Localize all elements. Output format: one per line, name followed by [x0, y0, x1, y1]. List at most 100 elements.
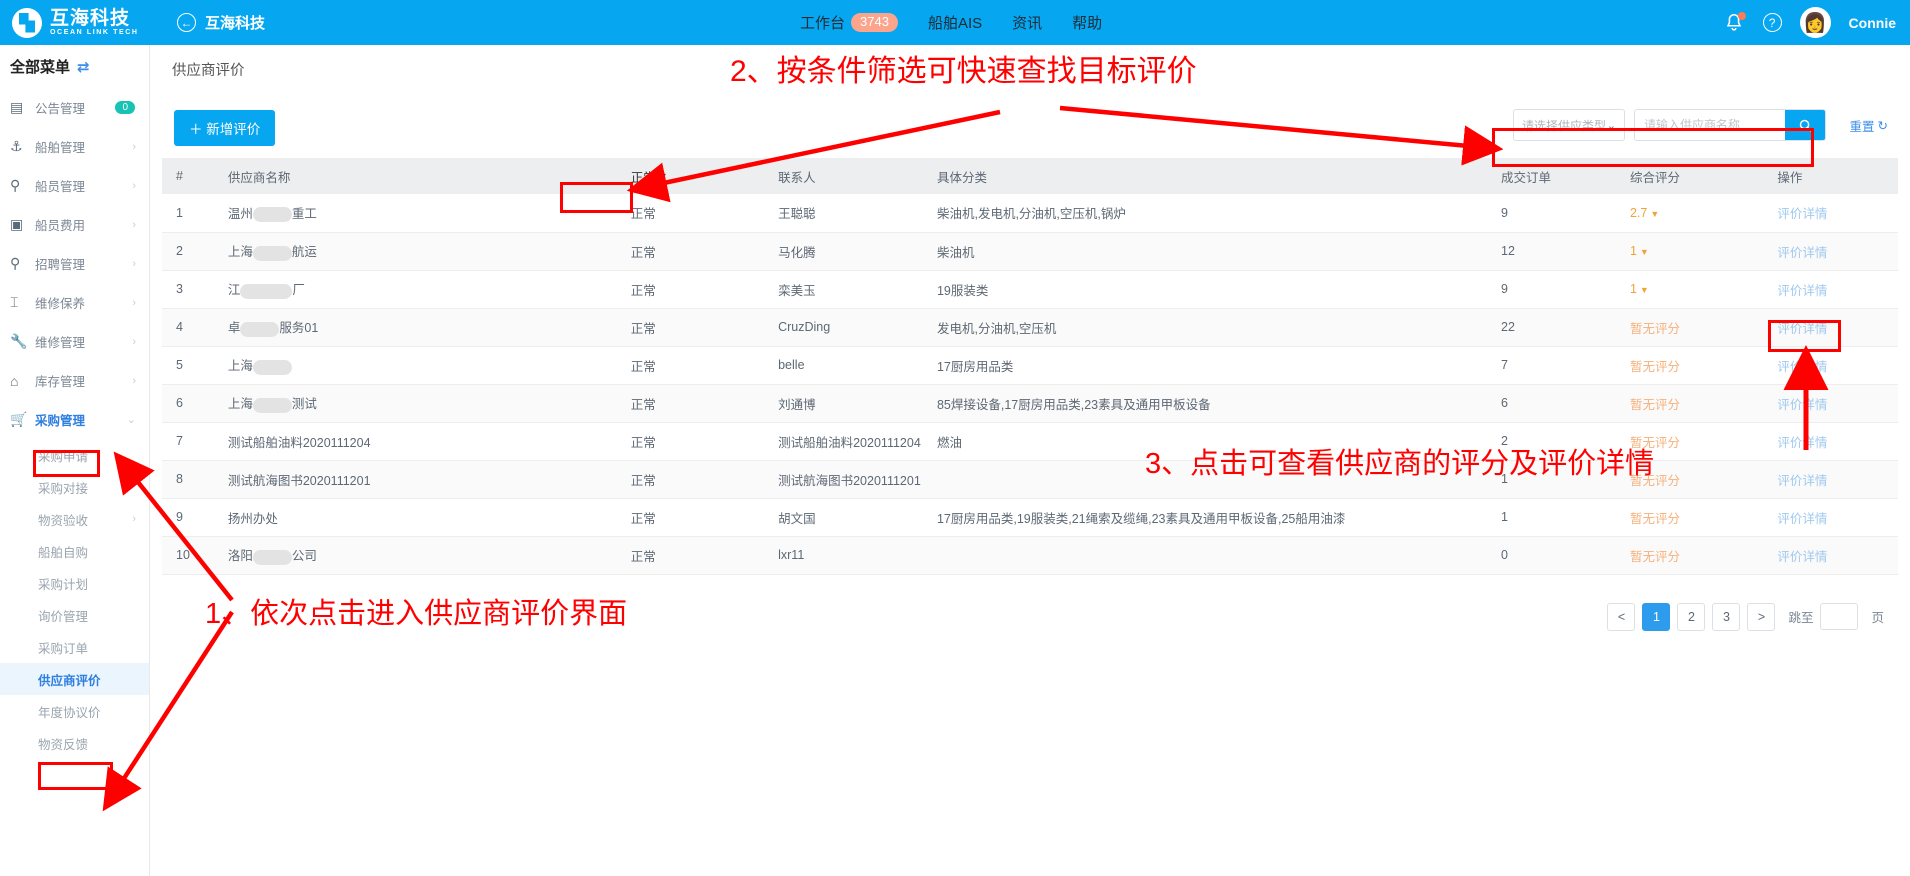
- top-nav-item-news[interactable]: 资讯: [1012, 12, 1042, 33]
- status-filter-label: 正常: [630, 170, 656, 185]
- back-arrow-icon[interactable]: ←: [177, 13, 196, 32]
- username-label: Connie: [1848, 14, 1896, 31]
- swap-icon[interactable]: ⇄: [77, 58, 90, 76]
- submenu-item-inquiry-management[interactable]: 询价管理: [0, 599, 149, 631]
- pagination-prev-button[interactable]: <: [1607, 602, 1636, 631]
- column-header-status-filter[interactable]: 正常 ▼: [624, 158, 773, 194]
- score-value[interactable]: 2.7 ▼: [1630, 206, 1659, 220]
- filter-controls: 请选择供应类型 ⌄: [1513, 109, 1826, 141]
- submenu-item-annual-agreement-price[interactable]: 年度协议价: [0, 695, 149, 727]
- submenu-item-purchase-plan[interactable]: 采购计划: [0, 567, 149, 599]
- reset-button[interactable]: 重置 ↻: [1850, 116, 1889, 135]
- submenu-item-purchase-order[interactable]: 采购订单: [0, 631, 149, 663]
- brand-logo[interactable]: 互海科技 OCEAN LINK TECH: [0, 7, 165, 38]
- sidebar-item-crew-expense[interactable]: ▣ 船员费用 ›: [0, 205, 149, 244]
- submenu-item-goods-acceptance[interactable]: 物资验收 ›: [0, 503, 149, 535]
- table-row[interactable]: 1 温州 重工 正常 王聪聪 柴油机,发电机,分油机,空压机,锅炉 9 2.7 ▼ 评价详情: [162, 194, 1898, 233]
- submenu-item-ship-self-purchase[interactable]: 船舶自购: [0, 535, 149, 567]
- cell-action: 评价详情: [1771, 498, 1898, 537]
- supplier-search-field: [1634, 109, 1826, 141]
- page-title: 供应商评价: [172, 63, 245, 79]
- table-row[interactable]: 3 江厂正常 栾美玉 19服装类 9 1 ▼ 评价详情: [162, 270, 1898, 309]
- pagination-next-button[interactable]: >: [1747, 602, 1776, 631]
- submenu-item-supplier-evaluation[interactable]: 供应商评价: [0, 663, 149, 695]
- cell-score: 暂无评分: [1623, 498, 1772, 537]
- table-row[interactable]: 2 上海 航运 正常 马化腾 柴油机 12 1 ▼ 评价详情: [162, 232, 1898, 271]
- evaluation-detail-link[interactable]: 评价详情: [1777, 474, 1827, 488]
- submenu-item-purchase-docking[interactable]: 采购对接: [0, 471, 149, 503]
- cell-contact: 胡文国: [772, 498, 931, 537]
- evaluation-detail-link[interactable]: 评价详情: [1777, 284, 1827, 298]
- cell-score: 暂无评分: [1623, 346, 1772, 385]
- recruit-icon: ⚲: [10, 255, 21, 271]
- search-input[interactable]: [1635, 110, 1785, 140]
- table-row[interactable]: 8 测试航海图书2020111201 正常 测试航海图书2020111201 1 暂无评分…: [162, 460, 1898, 499]
- bell-icon[interactable]: [1723, 11, 1746, 34]
- supply-type-value: 请选择供应类型: [1522, 118, 1607, 133]
- expense-icon: ▣: [10, 216, 24, 232]
- score-value[interactable]: 1 ▼: [1630, 282, 1649, 296]
- evaluation-detail-link[interactable]: 评价详情: [1777, 322, 1827, 336]
- table-row[interactable]: 10 洛阳 公司 正常 lxr11 0 暂无评分 评价详情: [162, 536, 1898, 575]
- supply-type-select[interactable]: 请选择供应类型 ⌄: [1513, 109, 1625, 141]
- search-button[interactable]: [1785, 110, 1825, 140]
- table-row[interactable]: 5 上海 正常 belle 17厨房用品类 7 暂无评分 评价详情: [162, 346, 1898, 385]
- workbench-count-badge: 3743: [851, 12, 898, 33]
- top-nav-item-help[interactable]: 帮助: [1072, 12, 1102, 33]
- warehouse-icon: ⌂: [10, 372, 19, 389]
- cell-contact: 测试船舶油料2020111204: [772, 422, 931, 461]
- anchor-icon: ⚓: [10, 138, 23, 154]
- question-circle-icon[interactable]: ?: [1762, 13, 1782, 32]
- sidebar-item-crew[interactable]: ⚲ 船员管理 ›: [0, 166, 149, 205]
- table-row[interactable]: 9 扬州办处 正常 胡文国 17厨房用品类,19服装类,21绳索及缆绳,23素具及通用甲…: [162, 498, 1898, 537]
- cell-status: 正常: [624, 194, 773, 233]
- add-evaluation-button[interactable]: ＋ 新增评价: [174, 110, 276, 146]
- jump-page-input[interactable]: [1820, 603, 1859, 630]
- submenu-item-material-feedback[interactable]: 物资反馈: [0, 727, 149, 759]
- table-row[interactable]: 4 卓服务01 正常 CruzDing 发电机,分油机,空压机 22 暂无评分 评价详情: [162, 308, 1898, 347]
- evaluation-detail-link[interactable]: 评价详情: [1777, 207, 1827, 221]
- cell-supplier-name: 上海 航运: [221, 232, 625, 271]
- score-value[interactable]: 1 ▼: [1630, 244, 1649, 258]
- sidebar-item-announcement[interactable]: ▤ 公告管理 0: [0, 88, 149, 127]
- status-filter-control[interactable]: 正常 ▼: [631, 167, 668, 186]
- sidebar-item-maintenance-upkeep[interactable]: ⌶ 维修保养 ›: [0, 283, 149, 322]
- cell-category: 燃油: [930, 422, 1496, 461]
- pagination-page-2[interactable]: 2: [1677, 602, 1706, 631]
- table-row[interactable]: 6 上海 测试 正常 刘通博 85焊接设备,17厨房用品类,23素具及通用甲板设备 6 暂无评…: [162, 384, 1898, 423]
- evaluation-detail-link[interactable]: 评价详情: [1777, 246, 1827, 260]
- submenu-item-purchase-request[interactable]: 采购申请: [0, 439, 149, 471]
- pagination-page-3[interactable]: 3: [1712, 602, 1741, 631]
- top-nav-item-ais[interactable]: 船舶AIS: [928, 12, 982, 33]
- pagination-page-1[interactable]: 1: [1642, 602, 1671, 631]
- table-row[interactable]: 7 测试船舶油料2020111204 正常 测试船舶油料2020111204 燃油 2 暂无…: [162, 422, 1898, 461]
- top-nav-item-workbench[interactable]: 工作台 3743: [800, 12, 898, 33]
- sidebar-item-repair[interactable]: 🔧 维修管理 ›: [0, 322, 149, 361]
- avatar[interactable]: 👩: [1799, 7, 1831, 38]
- evaluation-detail-link[interactable]: 评价详情: [1777, 550, 1827, 564]
- notification-dot: [1737, 11, 1746, 20]
- chevron-down-icon: ⌄: [126, 414, 136, 426]
- back-nav[interactable]: ← 互海科技: [177, 12, 265, 33]
- score-empty-label: 暂无评分: [1629, 473, 1680, 488]
- cell-score: 1 ▼: [1623, 232, 1772, 271]
- sidebar-item-procurement[interactable]: 🛒 采购管理 ⌄: [0, 400, 149, 439]
- sidebar-item-inventory[interactable]: ⌂ 库存管理 ›: [0, 361, 149, 400]
- crew-icon: ⚲: [10, 177, 21, 193]
- chevron-right-icon: ›: [132, 513, 136, 525]
- evaluation-detail-link[interactable]: 评价详情: [1777, 398, 1827, 412]
- cell-index: 4: [162, 308, 222, 347]
- cell-supplier-name: 江厂: [221, 270, 625, 309]
- sidebar-item-recruit[interactable]: ⚲ 招聘管理 ›: [0, 244, 149, 283]
- evaluation-detail-link[interactable]: 评价详情: [1777, 436, 1827, 450]
- sidebar-item-label: 船员管理: [35, 180, 86, 194]
- cell-score: 1 ▼: [1623, 270, 1772, 309]
- cell-category: 17厨房用品类: [930, 346, 1496, 385]
- sidebar-item-vessel[interactable]: ⚓ 船舶管理 ›: [0, 127, 149, 166]
- evaluation-detail-link[interactable]: 评价详情: [1777, 360, 1827, 374]
- cell-supplier-name: 上海 测试: [221, 384, 625, 423]
- submenu-label: 物资验收: [38, 513, 89, 528]
- evaluation-detail-link[interactable]: 评价详情: [1777, 512, 1827, 526]
- column-header-category: 具体分类: [930, 158, 1496, 194]
- cell-category: 17厨房用品类,19服装类,21绳索及缆绳,23素具及通用甲板设备,25船用油漆: [930, 498, 1496, 537]
